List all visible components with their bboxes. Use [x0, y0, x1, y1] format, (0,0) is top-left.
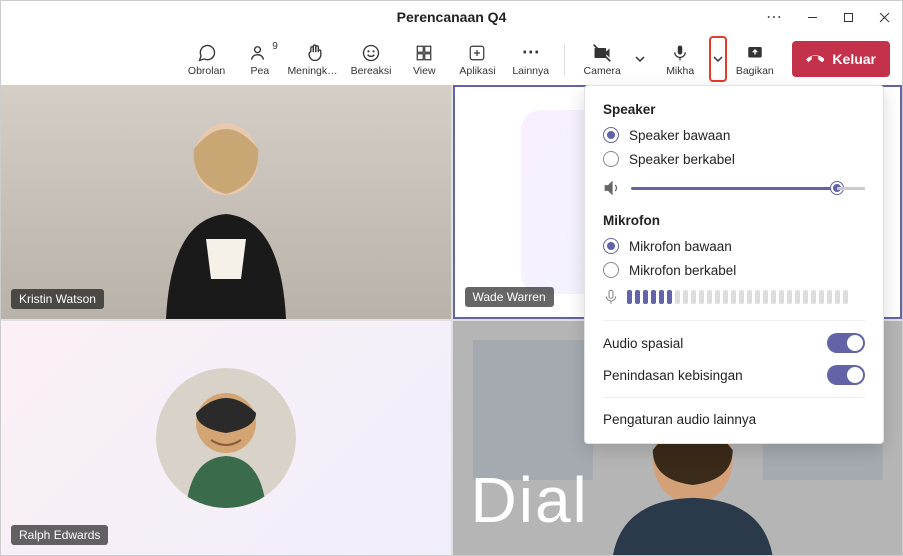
apps-button[interactable]: Aplikasi	[452, 36, 503, 82]
panel-divider	[603, 320, 865, 321]
radio-icon	[603, 127, 619, 143]
people-button[interactable]: 9 Pea	[234, 36, 285, 82]
mic-bar	[779, 290, 784, 304]
mic-bar	[723, 290, 728, 304]
mic-bar	[699, 290, 704, 304]
mic-bar	[795, 290, 800, 304]
ellipsis-icon: ⋯	[522, 42, 540, 64]
participant-tile[interactable]: Kristin Watson	[1, 85, 451, 319]
mic-bar	[651, 290, 656, 304]
mic-bar	[803, 290, 808, 304]
toolbar-separator	[564, 43, 565, 75]
mic-option-wired[interactable]: Mikrofon berkabel	[603, 262, 865, 278]
mic-button[interactable]: Mikha	[651, 36, 709, 82]
mic-bar	[787, 290, 792, 304]
noise-suppression-label: Penindasan kebisingan	[603, 368, 743, 383]
participant-figure	[136, 99, 316, 319]
panel-divider	[603, 397, 865, 398]
mic-bar	[731, 290, 736, 304]
speaker-heading: Speaker	[603, 102, 865, 117]
volume-icon	[603, 179, 621, 197]
participant-tile[interactable]: Ralph Edwards	[1, 321, 451, 555]
mic-bar	[691, 290, 696, 304]
meeting-toolbar: Obrolan 9 Pea Meningkatkan Bereaksi View…	[1, 33, 902, 85]
chat-icon	[197, 42, 217, 64]
camera-button[interactable]: Camera	[573, 36, 631, 82]
more-button[interactable]: ⋯ Lainnya	[505, 36, 556, 82]
mic-bar	[811, 290, 816, 304]
radio-icon	[603, 151, 619, 167]
mic-option-default[interactable]: Mikrofon bawaan	[603, 238, 865, 254]
mic-bar	[707, 290, 712, 304]
participant-name-tag: Kristin Watson	[11, 289, 104, 309]
volume-slider[interactable]	[631, 187, 865, 190]
window-close-button[interactable]	[866, 1, 902, 33]
emoji-icon	[361, 42, 381, 64]
mic-bar	[763, 290, 768, 304]
mic-bar	[819, 290, 824, 304]
mic-heading: Mikrofon	[603, 213, 865, 228]
hangup-icon	[806, 50, 824, 68]
mic-bar	[715, 290, 720, 304]
react-button[interactable]: Bereaksi	[345, 36, 396, 82]
share-screen-icon	[746, 42, 764, 64]
mic-icon	[671, 42, 689, 64]
volume-thumb[interactable]	[831, 182, 843, 194]
camera-options-chevron[interactable]	[631, 36, 649, 82]
mic-bar	[827, 290, 832, 304]
more-audio-settings-link[interactable]: Pengaturan audio lainnya	[603, 412, 865, 427]
mic-bar	[843, 290, 848, 304]
participant-name-tag: Ralph Edwards	[11, 525, 108, 545]
radio-icon	[603, 238, 619, 254]
window-more-icon[interactable]: ⋯	[760, 1, 788, 33]
mic-bar	[635, 290, 640, 304]
title-bar: Perencanaan Q4 ⋯	[1, 1, 902, 33]
mic-bar	[739, 290, 744, 304]
speaker-option-wired[interactable]: Speaker berkabel	[603, 151, 865, 167]
window-minimize-button[interactable]	[794, 1, 830, 33]
raise-hand-button[interactable]: Meningkatkan	[287, 36, 343, 82]
participant-name-tag: Wade Warren	[465, 287, 554, 307]
mic-bar	[643, 290, 648, 304]
mic-bar	[835, 290, 840, 304]
mic-bar	[747, 290, 752, 304]
participant-avatar	[156, 368, 296, 508]
mic-bar	[675, 290, 680, 304]
chat-button[interactable]: Obrolan	[181, 36, 232, 82]
people-icon: 9	[250, 42, 270, 64]
mic-bar	[771, 290, 776, 304]
mic-bar	[659, 290, 664, 304]
view-button[interactable]: View	[399, 36, 450, 82]
hand-icon	[305, 42, 325, 64]
speaker-option-default[interactable]: Speaker bawaan	[603, 127, 865, 143]
plus-square-icon	[468, 42, 486, 64]
dial-overlay-text: Dial	[471, 463, 589, 537]
window-maximize-button[interactable]	[830, 1, 866, 33]
audio-settings-panel: Speaker Speaker bawaan Speaker berkabel …	[584, 85, 884, 444]
mic-level-icon	[603, 288, 619, 306]
mic-bar	[755, 290, 760, 304]
camera-off-icon	[592, 42, 612, 64]
mic-level-meter	[627, 290, 848, 304]
spatial-audio-toggle[interactable]	[827, 333, 865, 353]
mic-bar	[627, 290, 632, 304]
mic-options-chevron[interactable]	[709, 36, 727, 82]
radio-icon	[603, 262, 619, 278]
noise-suppression-toggle[interactable]	[827, 365, 865, 385]
share-button[interactable]: Bagikan	[729, 36, 780, 82]
mic-bar	[667, 290, 672, 304]
grid-icon	[415, 42, 433, 64]
spatial-audio-label: Audio spasial	[603, 336, 683, 351]
leave-button[interactable]: Keluar	[792, 41, 890, 77]
mic-bar	[683, 290, 688, 304]
